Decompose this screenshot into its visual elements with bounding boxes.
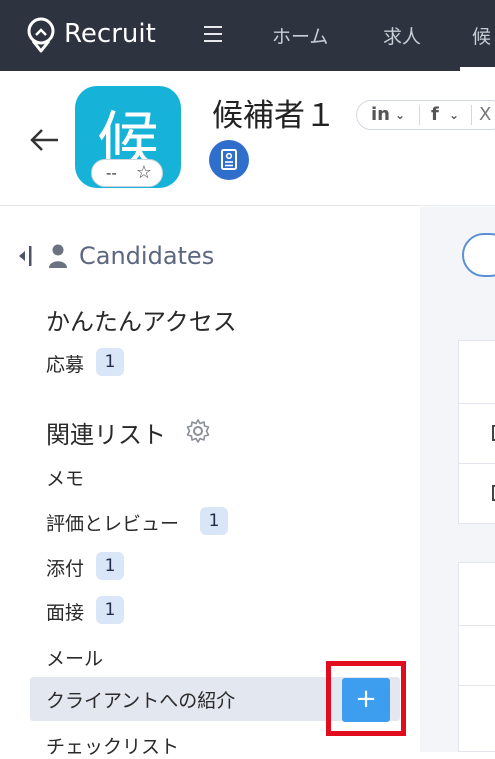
gear-icon[interactable]: [185, 418, 211, 444]
detail-card: [458, 562, 495, 752]
divider: [458, 403, 495, 404]
app-brand-name: Recruit: [64, 19, 156, 49]
count-badge: 1: [96, 552, 124, 580]
divider: [458, 685, 495, 686]
related-item-checklist[interactable]: チェックリスト: [46, 732, 179, 759]
divider: [458, 463, 495, 464]
candidate-name: 候補者１: [212, 98, 336, 134]
divider: [471, 105, 472, 125]
recruit-logo-icon[interactable]: [24, 16, 58, 54]
facebook-icon[interactable]: f: [431, 101, 439, 129]
rating-value: --: [106, 164, 117, 182]
module-title: Candidates: [79, 242, 215, 270]
count-badge: 1: [96, 596, 124, 624]
collapse-sidebar-icon[interactable]: [18, 245, 34, 267]
back-arrow-icon[interactable]: [28, 126, 60, 154]
highlight-annotation-box: [326, 661, 406, 736]
count-badge: 1: [200, 507, 228, 535]
divider: [419, 105, 420, 125]
related-item-email[interactable]: メール: [46, 644, 103, 671]
related-item-memo[interactable]: メモ: [46, 464, 84, 491]
detail-card: [458, 340, 495, 524]
divider: [458, 625, 495, 626]
candidate-avatar: 候 -- ☆: [75, 86, 181, 188]
chevron-down-icon[interactable]: ⌄: [449, 101, 459, 129]
chevron-down-icon[interactable]: ⌄: [395, 101, 405, 129]
rating-pill[interactable]: -- ☆: [91, 159, 163, 187]
social-links-group: in ⌄ f ⌄ X: [356, 100, 495, 130]
related-item-interviews[interactable]: 面接: [46, 598, 84, 625]
count-badge: 1: [96, 348, 124, 376]
resume-document-icon[interactable]: [209, 140, 249, 180]
star-icon[interactable]: ☆: [136, 160, 152, 186]
nav-tab-home[interactable]: ホーム: [272, 22, 328, 49]
linkedin-icon[interactable]: in: [371, 101, 390, 129]
nav-tab-jobs[interactable]: 求人: [383, 22, 421, 49]
related-lists-heading: 関連リスト: [46, 421, 166, 449]
related-item-client-submission[interactable]: クライアントへの紹介: [46, 686, 235, 713]
nav-tab-candidates[interactable]: 候: [472, 22, 491, 49]
related-item-reviews[interactable]: 評価とレビュー: [46, 509, 179, 536]
x-twitter-icon[interactable]: X: [479, 101, 491, 129]
quick-access-heading: かんたんアクセス: [46, 308, 237, 336]
hamburger-menu-icon[interactable]: [204, 26, 222, 42]
related-item-attachments[interactable]: 添付: [46, 554, 84, 581]
quick-access-item-applications[interactable]: 応募: [46, 350, 84, 377]
person-icon: [49, 244, 67, 268]
